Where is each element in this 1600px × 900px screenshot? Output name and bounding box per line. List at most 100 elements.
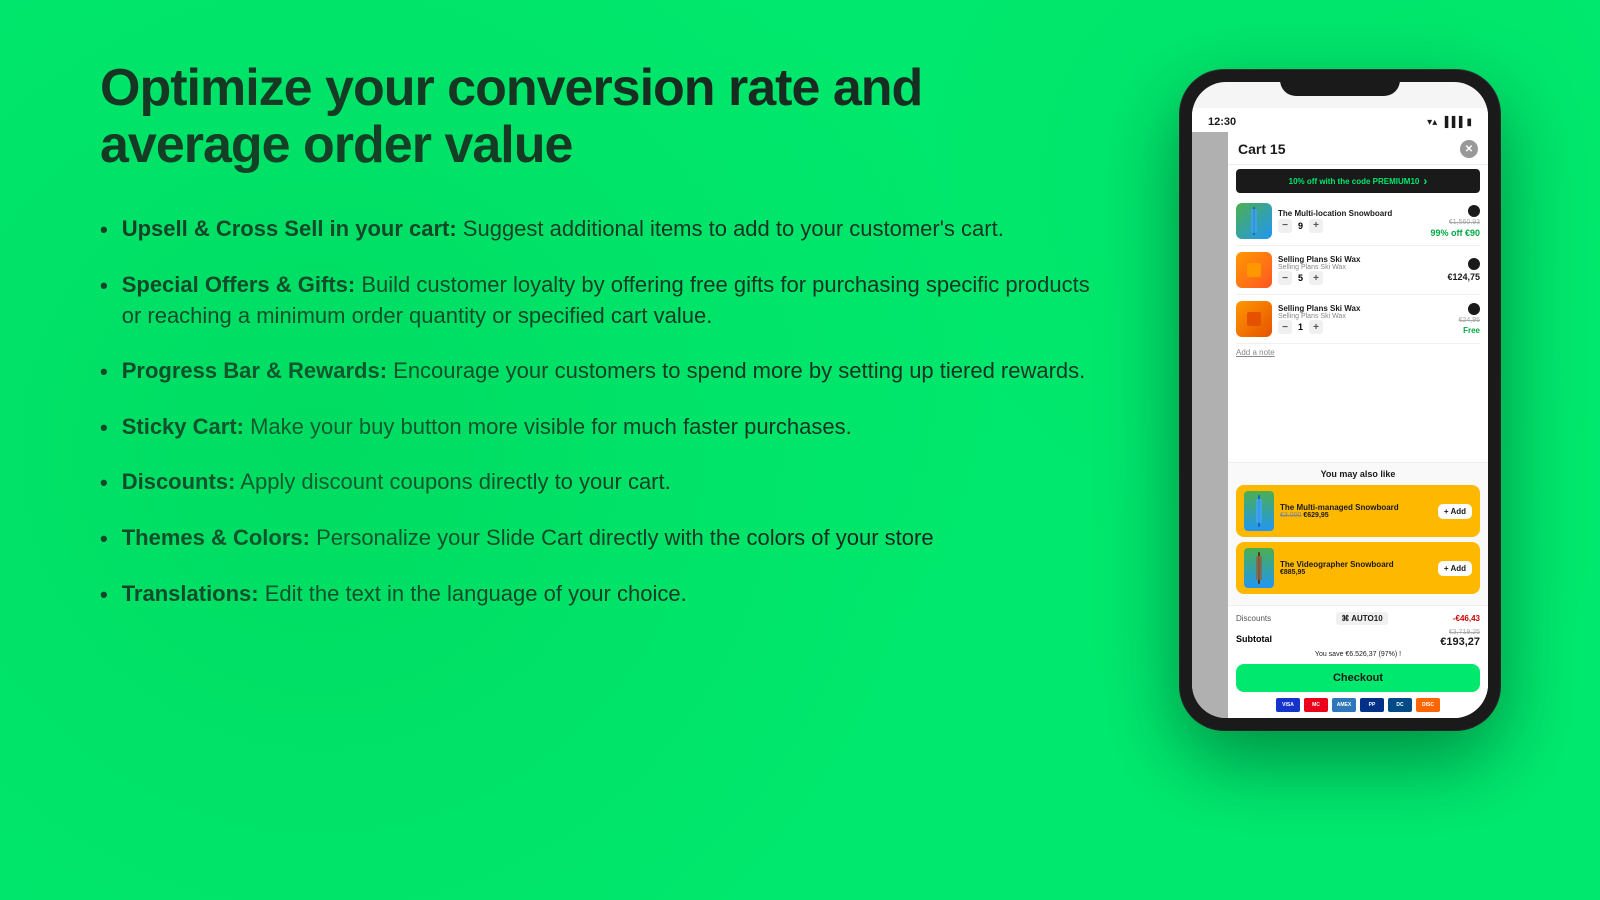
phone-notch bbox=[1280, 70, 1400, 96]
item-name-2: Selling Plans Ski Wax bbox=[1278, 255, 1441, 265]
feature-item: • Sticky Cart: Make your buy button more … bbox=[100, 412, 1100, 444]
item-toggle-1[interactable] bbox=[1468, 205, 1480, 217]
feature-item: •Progress Bar & Rewards: Encourage your … bbox=[100, 356, 1100, 388]
cart-item-3: Selling Plans Ski Wax Selling Plans Ski … bbox=[1236, 295, 1480, 344]
subtotal-label: Subtotal bbox=[1236, 634, 1272, 644]
headline-line1: Optimize your conversion rate and bbox=[100, 59, 922, 117]
item-details-3: Selling Plans Ski Wax Selling Plans Ski … bbox=[1278, 304, 1453, 335]
item-qty-3: − 1 + bbox=[1278, 320, 1453, 334]
discover-icon: DISC bbox=[1416, 698, 1440, 712]
upsell-name-2: The Videographer Snowboard bbox=[1280, 560, 1432, 570]
cart-item-1: The Multi-location Snowboard − 9 + bbox=[1236, 197, 1480, 246]
qty-decrease-3[interactable]: − bbox=[1278, 320, 1292, 334]
mastercard-icon: MC bbox=[1304, 698, 1328, 712]
subtotal-new-price: €193,27 bbox=[1440, 636, 1480, 648]
qty-decrease-1[interactable]: − bbox=[1278, 219, 1292, 233]
feature-text: Special Offers & Gifts: Build customer l… bbox=[122, 270, 1100, 332]
upsell-add-button-2[interactable]: + Add bbox=[1438, 561, 1472, 576]
qty-decrease-2[interactable]: − bbox=[1278, 271, 1292, 285]
upsell-image-2 bbox=[1244, 548, 1274, 588]
feature-item: •Translations: Edit the text in the lang… bbox=[100, 579, 1100, 611]
qty-value-2: 5 bbox=[1298, 273, 1303, 283]
item-qty-2: − 5 + bbox=[1278, 271, 1441, 285]
payment-icons: VISA MC AMEX PP DC DISC bbox=[1236, 698, 1480, 712]
feature-item: • Themes & Colors: Personalize your Slide… bbox=[100, 523, 1100, 555]
bullet: • bbox=[100, 215, 108, 246]
item-price-area-2: €124,75 bbox=[1447, 258, 1480, 282]
status-icons: ▾▴ ▐▐▐ ▮ bbox=[1427, 117, 1472, 128]
item-price-area-3: €24,95 Free bbox=[1459, 303, 1480, 335]
bullet: • bbox=[100, 524, 108, 555]
cart-close-button[interactable]: ✕ bbox=[1460, 140, 1478, 158]
qty-increase-2[interactable]: + bbox=[1309, 271, 1323, 285]
checkout-button[interactable]: Checkout bbox=[1236, 664, 1480, 692]
feature-text: Themes & Colors: Personalize your Slide … bbox=[122, 523, 1100, 554]
upsell-old-price-1: €3.000 bbox=[1280, 512, 1301, 519]
add-note-link[interactable]: Add a note bbox=[1236, 344, 1480, 361]
feature-bold: Progress Bar & Rewards: bbox=[122, 358, 387, 383]
upsell-details-2: The Videographer Snowboard €885,95 bbox=[1280, 560, 1432, 577]
cart-header: Cart 15 ✕ bbox=[1228, 132, 1488, 165]
subtotal-row: Subtotal €3,719.25 €193,27 bbox=[1236, 629, 1480, 648]
feature-bold: Special Offers & Gifts: bbox=[122, 272, 356, 297]
subtotal-prices: €3,719.25 €193,27 bbox=[1440, 629, 1480, 648]
qty-value-3: 1 bbox=[1298, 322, 1303, 332]
item-name-3: Selling Plans Ski Wax bbox=[1278, 304, 1453, 314]
item-price-area-1: €1,560.93 99% off €90 bbox=[1430, 205, 1480, 238]
item-original-price-3: €24,95 bbox=[1459, 317, 1480, 324]
item-subtitle-2: Selling Plans Ski Wax bbox=[1278, 264, 1441, 271]
qty-value-1: 9 bbox=[1298, 221, 1303, 231]
promo-bar: 10% off with the code PREMIUM10 bbox=[1236, 169, 1480, 193]
qty-increase-1[interactable]: + bbox=[1309, 219, 1323, 233]
item-details-1: The Multi-location Snowboard − 9 + bbox=[1278, 209, 1424, 233]
feature-bold: Sticky Cart: bbox=[122, 414, 244, 439]
cart-items-list[interactable]: The Multi-location Snowboard − 9 + bbox=[1228, 197, 1488, 462]
item-qty-1: − 9 + bbox=[1278, 219, 1424, 233]
phone-screen: 12:30 ▾▴ ▐▐▐ ▮ bbox=[1192, 82, 1488, 718]
amex-icon: AMEX bbox=[1332, 698, 1356, 712]
item-image-2 bbox=[1236, 252, 1272, 288]
item-subtitle-3: Selling Plans Ski Wax bbox=[1278, 313, 1453, 320]
upsell-add-button-1[interactable]: + Add bbox=[1438, 504, 1472, 519]
upsell-item-2: The Videographer Snowboard €885,95 + Add bbox=[1236, 542, 1480, 594]
upsell-new-price-2: €885,95 bbox=[1280, 569, 1305, 576]
item-toggle-2[interactable] bbox=[1468, 258, 1480, 270]
feature-text: Translations: Edit the text in the langu… bbox=[122, 579, 1100, 610]
upsell-image-1 bbox=[1244, 491, 1274, 531]
cart-title: Cart 15 bbox=[1238, 141, 1285, 157]
bullet: • bbox=[100, 468, 108, 499]
headline: Optimize your conversion rate and averag… bbox=[100, 60, 1100, 174]
bullet: • bbox=[100, 413, 108, 444]
qty-increase-3[interactable]: + bbox=[1309, 320, 1323, 334]
cart-title-text: Cart bbox=[1238, 141, 1266, 157]
paypal-icon: PP bbox=[1360, 698, 1384, 712]
item-original-price-1: €1,560.93 bbox=[1449, 219, 1480, 226]
item-image-1 bbox=[1236, 203, 1272, 239]
upsell-prices-2: €885,95 bbox=[1280, 569, 1432, 576]
feature-text: Discounts: Apply discount coupons direct… bbox=[122, 467, 1100, 498]
feature-list: •Upsell & Cross Sell in your cart: Sugge… bbox=[100, 214, 1100, 610]
upsell-prices-1: €3.000 €629,95 bbox=[1280, 512, 1432, 519]
signal-icon: ▐▐▐ bbox=[1441, 117, 1462, 128]
upsell-details-1: The Multi-managed Snowboard €3.000 €629,… bbox=[1280, 503, 1432, 520]
feature-bold: Themes & Colors: bbox=[122, 525, 310, 550]
upsell-new-price-1: €629,95 bbox=[1303, 512, 1328, 519]
status-bar: 12:30 ▾▴ ▐▐▐ ▮ bbox=[1192, 108, 1488, 132]
upsell-name-1: The Multi-managed Snowboard bbox=[1280, 503, 1432, 513]
item-image-3 bbox=[1236, 301, 1272, 337]
upsell-item-1: The Multi-managed Snowboard €3.000 €629,… bbox=[1236, 485, 1480, 537]
discount-code: ⌘ AUTO10 bbox=[1336, 612, 1387, 625]
item-details-2: Selling Plans Ski Wax Selling Plans Ski … bbox=[1278, 255, 1441, 286]
feature-bold: Discounts: bbox=[122, 469, 236, 494]
item-name-1: The Multi-location Snowboard bbox=[1278, 209, 1424, 219]
cart-content: Cart 15 ✕ 10% off with the code PREMIUM1… bbox=[1228, 132, 1488, 718]
cart-footer: Discounts ⌘ AUTO10 -€46,43 Subtotal €3,7… bbox=[1228, 605, 1488, 718]
discount-label: Discounts bbox=[1236, 614, 1271, 623]
battery-icon: ▮ bbox=[1466, 117, 1472, 128]
feature-item: • Discounts: Apply discount coupons direc… bbox=[100, 467, 1100, 499]
cart-item-2: Selling Plans Ski Wax Selling Plans Ski … bbox=[1236, 246, 1480, 295]
feature-text: Sticky Cart: Make your buy button more v… bbox=[122, 412, 1100, 443]
item-toggle-3[interactable] bbox=[1468, 303, 1480, 315]
item-price-2: €124,75 bbox=[1447, 272, 1480, 282]
subtotal-old-price: €3,719.25 bbox=[1440, 629, 1480, 636]
